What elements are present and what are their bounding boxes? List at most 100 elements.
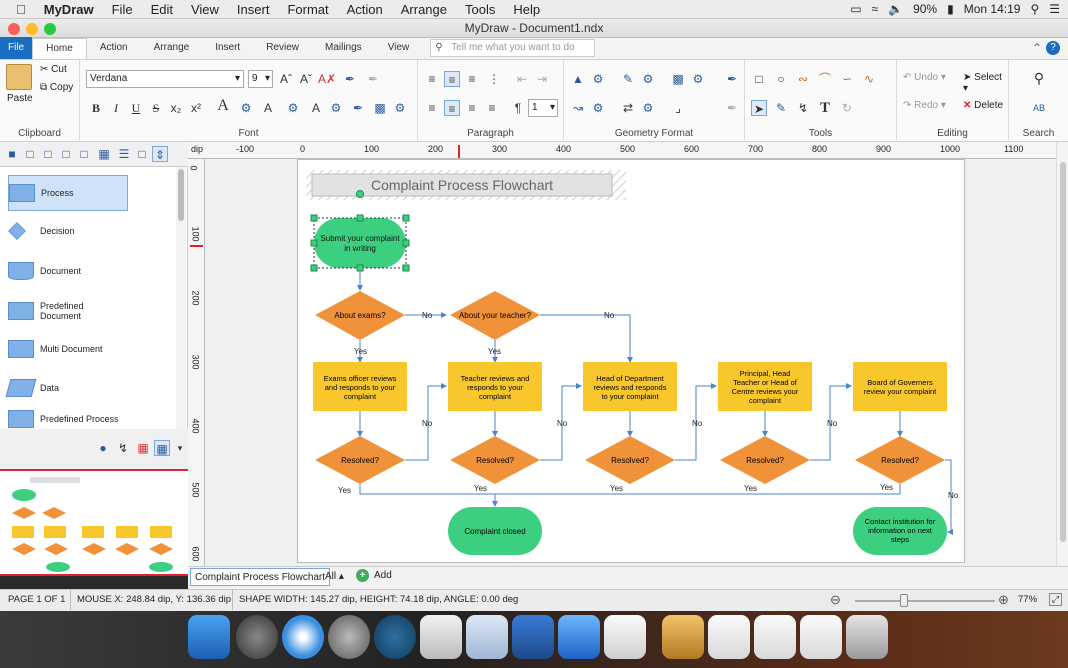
line-color-icon[interactable]: ✎ <box>620 71 636 87</box>
minimize-window-button[interactable] <box>26 23 38 35</box>
preview-icon[interactable] <box>466 615 508 659</box>
eyedropper-icon[interactable]: ✒ <box>724 71 740 87</box>
close-doc-icon[interactable]: □ <box>76 146 92 162</box>
align-right-icon[interactable]: ≡ <box>464 100 480 116</box>
battery-percent[interactable]: 90% <box>913 2 937 16</box>
gear-icon[interactable]: ⚙ <box>328 100 344 116</box>
document-icon[interactable] <box>708 615 750 659</box>
zoom-window-button[interactable] <box>44 23 56 35</box>
binoculars-icon[interactable]: ⚲ <box>1031 70 1047 86</box>
clock[interactable]: Mon 14:19 <box>964 2 1021 16</box>
grow-font-icon[interactable]: Aˆ <box>278 71 294 87</box>
tab-arrange[interactable]: Arrange <box>141 38 203 59</box>
finder-icon[interactable] <box>188 615 230 659</box>
clear-format-icon[interactable]: A✗ <box>318 71 336 87</box>
gear-icon[interactable]: ⚙ <box>640 100 656 116</box>
shape-data[interactable]: Data <box>5 370 178 406</box>
pilcrow-icon[interactable]: ¶ <box>510 100 526 116</box>
gear-icon[interactable]: ⚙ <box>590 100 606 116</box>
system-preferences-icon[interactable] <box>328 615 370 659</box>
view-list-icon[interactable]: ☰ <box>116 146 132 162</box>
gear-icon[interactable]: ⚙ <box>392 100 408 116</box>
tab-action[interactable]: Action <box>87 38 141 59</box>
minimap[interactable] <box>0 469 188 576</box>
font-family-select[interactable]: Verdana ▾ <box>86 70 244 88</box>
menu-arrange[interactable]: Arrange <box>392 2 456 17</box>
page-tab-current[interactable]: Complaint Process Flowchart <box>190 568 331 586</box>
align-middle-icon[interactable]: ≡ <box>444 71 460 87</box>
textedit-icon[interactable] <box>604 615 646 659</box>
fit-icon[interactable]: ⇕ <box>152 146 168 162</box>
shrink-font-icon[interactable]: Aˇ <box>298 71 314 87</box>
align-bottom-icon[interactable]: ≡ <box>464 71 480 87</box>
bold-icon[interactable]: B <box>88 100 104 116</box>
org-chart-view-icon[interactable]: ▦ <box>135 440 151 456</box>
safari-icon[interactable] <box>282 615 324 659</box>
subscript-icon[interactable]: x₂ <box>168 100 184 116</box>
apple-icon[interactable]:  <box>0 2 35 17</box>
app-menu[interactable]: MyDraw <box>35 2 103 17</box>
canvas-scrollbar-thumb[interactable] <box>1060 162 1066 542</box>
fill-bucket-icon[interactable]: ▲ <box>570 71 586 87</box>
open-icon[interactable]: □ <box>40 146 56 162</box>
all-pages-dropdown[interactable]: All ▴ <box>325 571 344 582</box>
shadow-icon[interactable]: ▩ <box>670 71 686 87</box>
font-size-select[interactable]: 9 ▾ <box>248 70 273 88</box>
tell-me-input[interactable]: ⚲ Tell me what you want to do <box>430 39 596 57</box>
document-icon[interactable] <box>800 615 842 659</box>
menu-action[interactable]: Action <box>338 2 392 17</box>
line-spacing-select[interactable]: 1 ▾ <box>528 99 558 117</box>
brush-icon[interactable]: ✒ <box>724 100 740 116</box>
more-icon[interactable]: ▾ <box>172 440 188 456</box>
new-icon[interactable]: □ <box>22 146 38 162</box>
tab-review[interactable]: Review <box>253 38 312 59</box>
connector-tool-icon[interactable]: ↯ <box>795 100 811 116</box>
sourcetree-icon[interactable] <box>558 615 600 659</box>
text-tool-icon[interactable]: T <box>817 100 833 116</box>
paste-button[interactable]: Paste <box>7 93 33 104</box>
gear-icon[interactable]: ⚙ <box>690 71 706 87</box>
list-icon[interactable]: ☰ <box>1049 2 1060 16</box>
view-single-icon[interactable]: □ <box>134 146 150 162</box>
wifi-icon[interactable]: ≈ <box>872 2 879 16</box>
shape-predefined-document[interactable]: Predefined Document <box>8 293 178 329</box>
connectors-view-icon[interactable]: ↯ <box>115 440 131 456</box>
tab-view[interactable]: View <box>375 38 423 59</box>
shape-document[interactable]: Document <box>8 253 178 289</box>
xcode-icon[interactable] <box>420 615 462 659</box>
shapes-scrollbar-thumb[interactable] <box>178 169 184 221</box>
instruments-icon[interactable] <box>512 615 554 659</box>
shape-process[interactable]: Process <box>8 175 128 211</box>
screen-icon[interactable]: ▭ <box>850 2 861 16</box>
strikethrough-icon[interactable]: S <box>148 100 164 116</box>
arrows-icon[interactable]: ⇄ <box>620 100 636 116</box>
volume-icon[interactable]: 🔈 <box>888 2 903 16</box>
pen-tool-icon[interactable]: ✎ <box>773 100 789 116</box>
italic-icon[interactable]: I <box>108 100 124 116</box>
shape-decision[interactable]: Decision <box>8 213 178 249</box>
underline-icon[interactable]: U <box>128 100 144 116</box>
replace-icon[interactable]: AB <box>1031 100 1047 116</box>
canvas-scrollbar[interactable] <box>1056 142 1068 566</box>
start-terminator[interactable] <box>314 218 406 268</box>
launchpad-icon[interactable] <box>236 615 278 659</box>
fill-icon[interactable]: ✒ <box>350 100 366 116</box>
mydraw-icon[interactable] <box>374 615 416 659</box>
freehand-tool-icon[interactable]: ∿ <box>861 71 877 87</box>
align-left-icon[interactable]: ≡ <box>424 100 440 116</box>
justify-icon[interactable]: ≡ <box>484 100 500 116</box>
shapes-scrollbar[interactable] <box>176 167 186 429</box>
gear-icon[interactable]: ⚙ <box>590 71 606 87</box>
corner-icon[interactable]: ⌟ <box>670 100 686 116</box>
highlight-icon[interactable]: A <box>308 100 324 116</box>
fit-page-icon[interactable]: ⤢ <box>1049 593 1062 606</box>
rectangle-tool-icon[interactable]: □ <box>751 71 767 87</box>
shape-predefined-process[interactable]: Predefined Process <box>8 409 178 429</box>
menu-edit[interactable]: Edit <box>142 2 182 17</box>
paste-icon[interactable] <box>6 64 32 90</box>
zoom-out-icon[interactable]: ⊖ <box>830 590 841 610</box>
help-icon[interactable]: ? <box>1046 41 1060 55</box>
menu-help[interactable]: Help <box>504 2 549 17</box>
menu-format[interactable]: Format <box>278 2 337 17</box>
eraser-icon[interactable]: ✒ <box>365 71 381 87</box>
